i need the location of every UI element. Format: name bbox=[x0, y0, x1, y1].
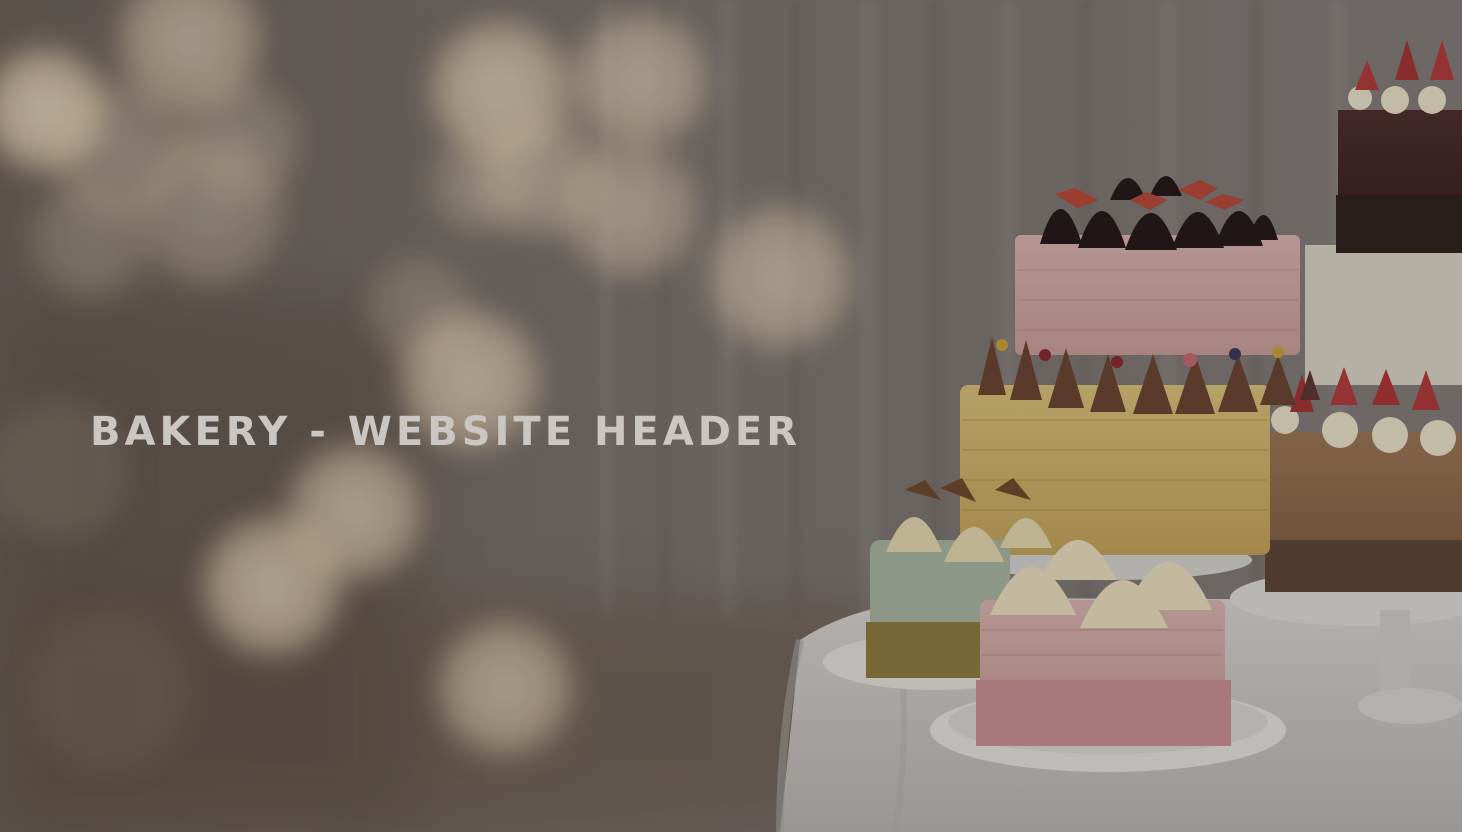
website-header-hero: BAKERY - WEBSITE HEADER bbox=[0, 0, 1462, 832]
page-title: BAKERY - WEBSITE HEADER bbox=[90, 409, 802, 455]
